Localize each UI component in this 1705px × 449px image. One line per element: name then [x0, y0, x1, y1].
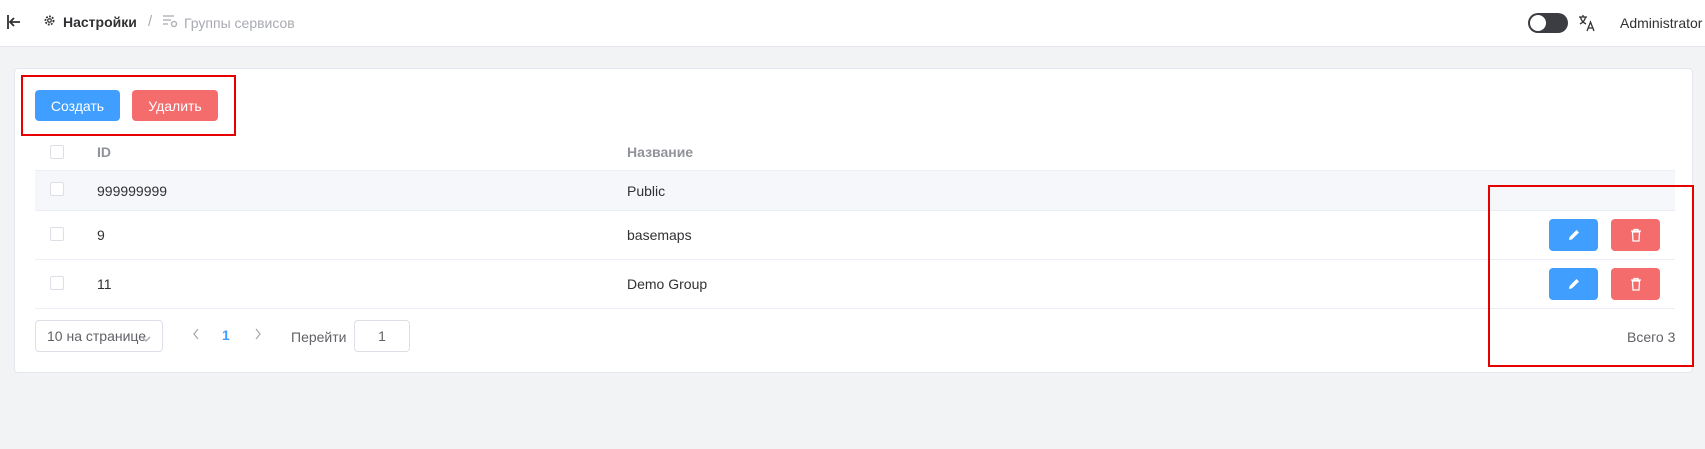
create-button[interactable]: Создать [35, 90, 120, 121]
table-row[interactable]: 11 Demo Group [35, 260, 1675, 309]
edit-pencil-icon [1568, 279, 1579, 289]
chevron-left-icon[interactable] [191, 327, 201, 344]
breadcrumb-service-groups-label: Группы сервисов [184, 14, 295, 31]
breadcrumb-settings-label: Настройки [63, 14, 137, 30]
page-number-current[interactable]: 1 [222, 327, 230, 343]
table-row[interactable]: 999999999 Public [35, 171, 1675, 211]
total-count: Всего 3 [1627, 329, 1676, 345]
edit-button[interactable] [1549, 219, 1598, 251]
breadcrumb-settings[interactable]: Настройки [43, 14, 137, 30]
row-checkbox[interactable] [50, 182, 64, 196]
row-checkbox[interactable] [50, 276, 64, 290]
goto-page-input[interactable] [354, 320, 410, 352]
back-icon[interactable] [4, 12, 24, 32]
page-size-select[interactable]: 10 на странице [35, 320, 163, 352]
top-bar: Настройки / Группы сервисов Administrato… [0, 0, 1705, 47]
table-header-row: ID Название [35, 133, 1675, 171]
service-groups-table: ID Название 999999999 Public 9 basemaps … [35, 133, 1675, 309]
delete-row-button[interactable] [1611, 268, 1660, 300]
user-menu[interactable]: Administrator [1620, 15, 1702, 31]
translate-icon[interactable] [1578, 14, 1596, 35]
row-name: Public [627, 183, 666, 199]
settings-gear-icon [43, 14, 63, 30]
row-name: basemaps [627, 227, 692, 243]
row-id: 11 [97, 276, 112, 292]
chevron-right-icon[interactable] [253, 327, 263, 344]
row-id: 999999999 [97, 183, 168, 199]
toggle-knob [1530, 15, 1546, 31]
chevron-down-icon [141, 331, 151, 347]
breadcrumb-separator: / [148, 13, 153, 30]
table-row[interactable]: 9 basemaps [35, 211, 1675, 260]
select-all-checkbox[interactable] [50, 145, 64, 159]
row-id: 9 [97, 227, 105, 243]
delete-row-button[interactable] [1611, 219, 1660, 251]
breadcrumb-service-groups: Группы сервисов [162, 14, 295, 31]
column-header-name: Название [627, 144, 694, 160]
page-size-value: 10 на странице [47, 328, 147, 344]
delete-button[interactable]: Удалить [132, 90, 218, 121]
trash-icon [1630, 228, 1641, 242]
edit-button[interactable] [1549, 268, 1598, 300]
row-name: Demo Group [627, 276, 708, 292]
list-settings-icon [162, 14, 184, 31]
theme-toggle[interactable] [1528, 13, 1568, 33]
moon-icon [1551, 16, 1563, 33]
edit-pencil-icon [1568, 230, 1579, 240]
goto-label: Перейти [291, 329, 347, 345]
trash-icon [1630, 277, 1641, 291]
row-checkbox[interactable] [50, 227, 64, 241]
column-header-id: ID [97, 144, 111, 160]
